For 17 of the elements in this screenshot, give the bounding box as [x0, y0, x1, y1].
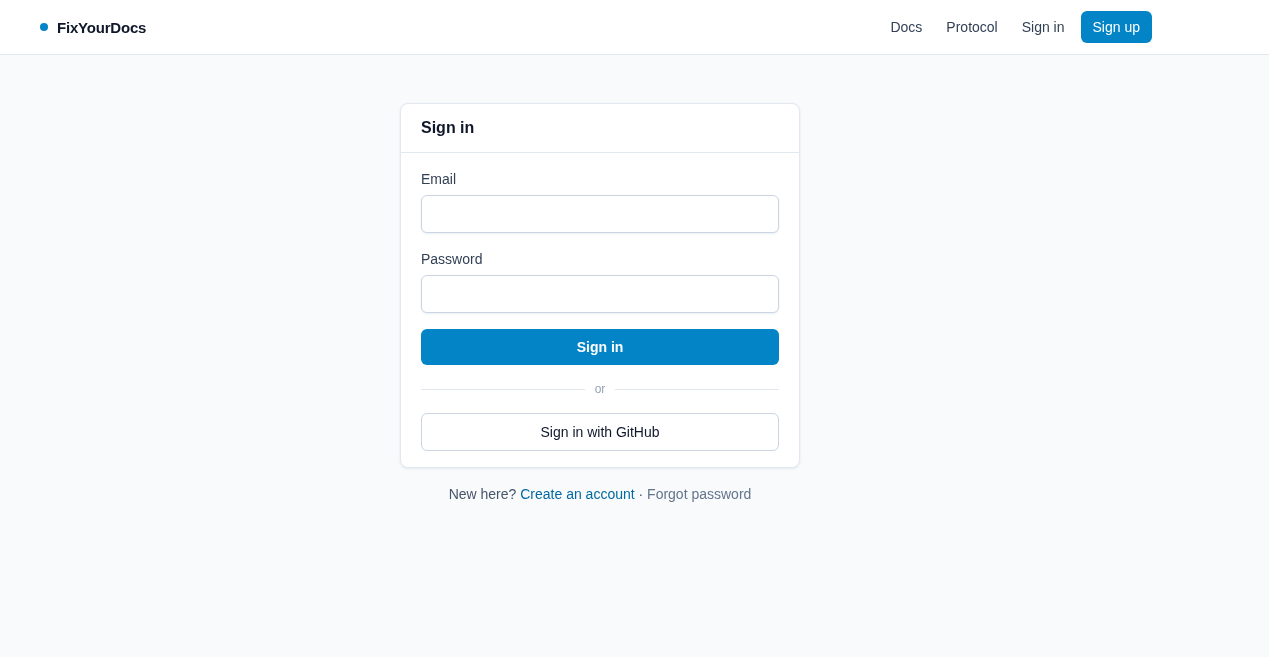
field-label: Email	[421, 170, 456, 189]
logo-dot-icon	[40, 23, 48, 31]
github-sign-in-button[interactable]: Sign in with GitHub	[421, 413, 779, 451]
field-label: Password	[421, 250, 483, 269]
forgot-password-link[interactable]: Forgot password	[647, 486, 752, 502]
signup-prompt-text: New here? Create an account · Forgot password	[448, 485, 752, 504]
create-account-link[interactable]: Create an account	[520, 486, 635, 502]
nav-link[interactable]: Sign in	[1021, 19, 1065, 35]
input-field[interactable]	[421, 275, 779, 313]
input-field[interactable]	[421, 195, 779, 233]
divider-label: or	[594, 381, 606, 397]
nav-link[interactable]: Protocol	[946, 19, 998, 35]
nav-link[interactable]: Docs	[890, 19, 923, 35]
sign-up-button[interactable]: Sign up	[1080, 11, 1152, 43]
logo-link[interactable]: FixYourDocs	[57, 18, 147, 36]
card-title: Sign in	[421, 118, 475, 138]
sign-in-button[interactable]: Sign in	[421, 329, 779, 365]
